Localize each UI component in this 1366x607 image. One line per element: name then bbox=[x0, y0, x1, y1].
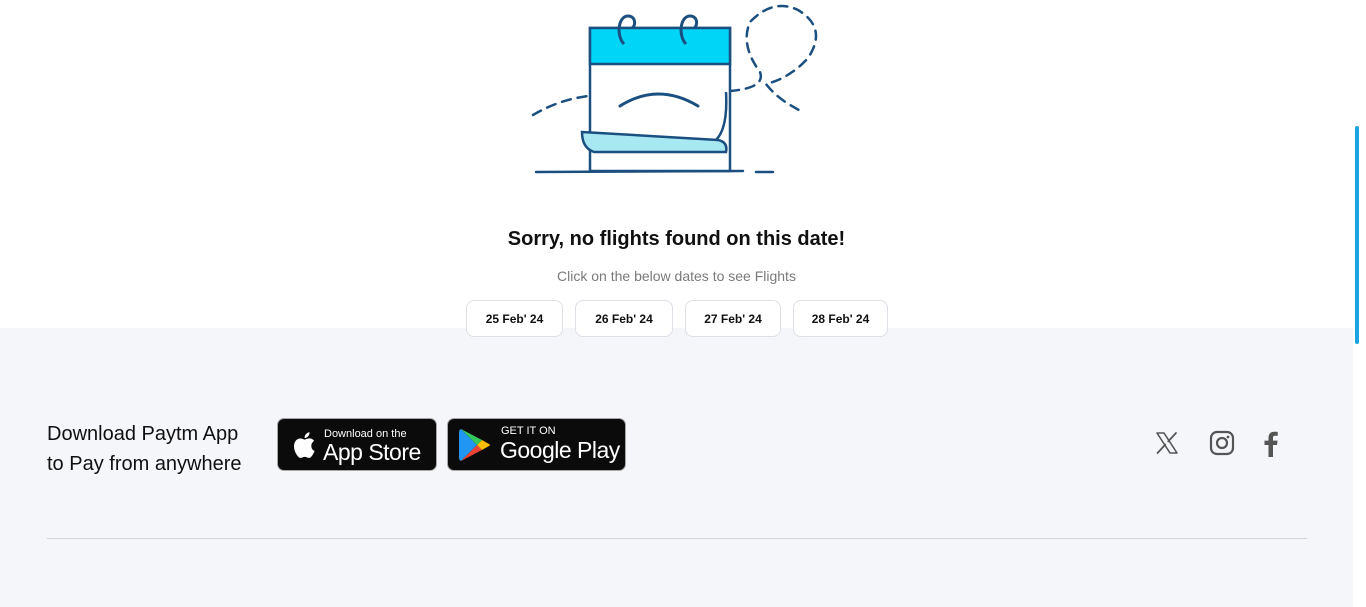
google-play-button[interactable]: GET IT ON Google Play bbox=[447, 418, 626, 471]
download-app-text: Download Paytm App to Pay from anywhere bbox=[47, 419, 242, 479]
no-flights-title: Sorry, no flights found on this date! bbox=[507, 228, 846, 250]
instagram-icon[interactable] bbox=[1209, 430, 1235, 456]
date-chip[interactable]: 28 Feb' 24 bbox=[793, 300, 888, 337]
download-line-1: Download Paytm App bbox=[47, 423, 239, 445]
facebook-icon[interactable] bbox=[1262, 430, 1280, 458]
app-store-button[interactable]: Download on the App Store bbox=[277, 418, 437, 471]
x-icon[interactable] bbox=[1154, 430, 1180, 456]
date-suggestions: 25 Feb' 24 26 Feb' 24 27 Feb' 24 28 Feb'… bbox=[466, 300, 888, 337]
no-flights-subtitle: Click on the below dates to see Flights bbox=[557, 268, 796, 284]
google-play-big-label: Google Play bbox=[500, 437, 620, 463]
download-line-2: to Pay from anywhere bbox=[47, 453, 242, 475]
date-chip[interactable]: 27 Feb' 24 bbox=[685, 300, 781, 337]
footer-divider bbox=[47, 538, 1307, 539]
play-store-icon bbox=[459, 429, 490, 461]
sad-calendar-icon bbox=[531, 4, 818, 174]
scrollbar-thumb[interactable] bbox=[1355, 126, 1359, 344]
date-chip[interactable]: 25 Feb' 24 bbox=[466, 300, 563, 337]
app-store-big-label: App Store bbox=[323, 439, 421, 465]
date-chip[interactable]: 26 Feb' 24 bbox=[575, 300, 673, 337]
apple-icon bbox=[294, 432, 315, 458]
google-play-small-label: GET IT ON bbox=[501, 425, 556, 437]
